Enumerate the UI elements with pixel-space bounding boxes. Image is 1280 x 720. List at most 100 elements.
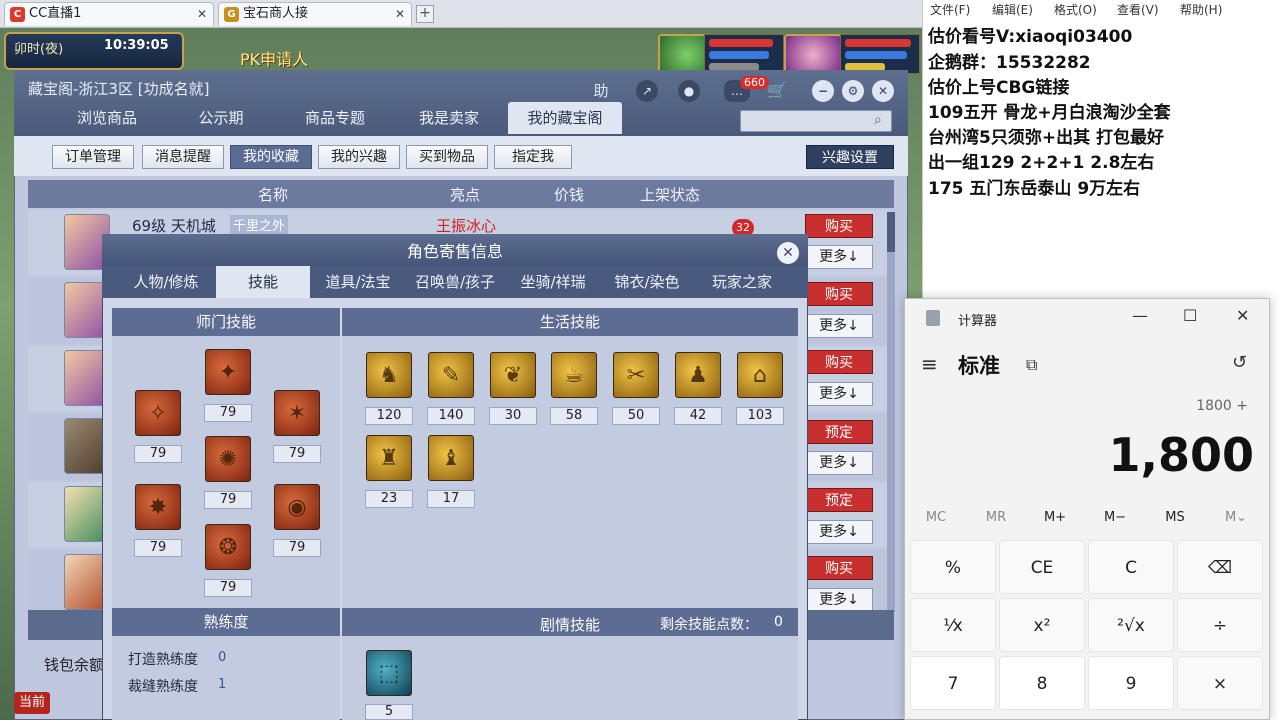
nav-tab-topics[interactable]: 商品专题 [278,102,392,134]
share-icon[interactable]: ↗ [636,80,658,102]
life-skill-icon[interactable]: ✎ [428,352,474,398]
school-skill-icon[interactable]: ✸ [135,484,181,530]
memory-list-button[interactable]: M⌄ [1216,510,1256,525]
memory-store-button[interactable]: MS [1155,510,1195,525]
maximize-icon[interactable]: ☐ [1183,306,1197,325]
reciprocal-key[interactable]: ¹⁄x [910,598,996,652]
memory-add-button[interactable]: M+ [1035,510,1075,525]
close-tab-icon[interactable]: ✕ [197,3,207,25]
scrollbar[interactable] [887,212,895,612]
reserve-button[interactable]: 预定 [805,420,873,444]
life-skill-icon[interactable]: ♝ [428,435,474,481]
minimize-icon[interactable]: − [812,80,834,102]
my-favorites-button[interactable]: 我的收藏 [230,145,312,169]
tab-home[interactable]: 玩家之家 [694,266,790,298]
tab-outfits[interactable]: 锦衣/染色 [602,266,692,298]
clear-key[interactable]: C [1088,540,1174,594]
menu-edit[interactable]: 编辑(E) [992,1,1033,18]
notepad-line[interactable]: 估价看号V:xiaoqi03400 [928,22,1132,47]
more-button[interactable]: 更多↓ [805,520,873,544]
life-skill-icon[interactable]: ❦ [490,352,536,398]
tab-mounts[interactable]: 坐骑/祥瑞 [506,266,600,298]
nav-tab-public[interactable]: 公示期 [164,102,278,134]
scrollbar-thumb[interactable] [887,212,895,252]
close-icon[interactable]: ✕ [1236,306,1249,325]
popup-close-icon[interactable]: ✕ [777,242,799,264]
life-skill-icon[interactable]: ⌂ [737,352,783,398]
memory-subtract-button[interactable]: M− [1095,510,1135,525]
notepad-line[interactable]: 台州湾5只须弥+出其 打包最好 [928,123,1164,148]
keep-on-top-icon[interactable]: ⧉ [1026,355,1037,375]
percent-key[interactable]: % [910,540,996,594]
notepad-line[interactable]: 出一组129 2+2+1 2.8左右 [928,148,1154,173]
buy-button[interactable]: 购买 [805,556,873,580]
menu-view[interactable]: 查看(V) [1117,1,1159,18]
search-icon[interactable]: ⌕ [874,112,882,128]
settings-gear-icon[interactable]: ⚙ [842,80,864,102]
current-button[interactable]: 当前 [14,692,50,714]
menu-file[interactable]: 文件(F) [930,1,970,18]
life-skill-icon[interactable]: ♞ [366,352,412,398]
notepad-line[interactable]: 估价上号CBG链接 [928,73,1069,98]
memory-recall-button[interactable]: MR [976,510,1016,525]
school-skill-icon[interactable]: ◉ [274,484,320,530]
bought-items-button[interactable]: 买到物品 [406,145,488,169]
new-tab-button[interactable]: + [416,5,434,23]
pk-request-label[interactable]: PK申请人 [240,46,308,70]
order-manage-button[interactable]: 订单管理 [52,145,134,169]
more-button[interactable]: 更多↓ [805,588,873,612]
history-icon[interactable]: ↺ [1232,352,1247,373]
multiply-key[interactable]: × [1177,656,1263,710]
nav-tab-my-cbg[interactable]: 我的藏宝阁 [508,102,622,134]
school-skill-icon[interactable]: ✺ [205,436,251,482]
minimize-icon[interactable]: — [1132,306,1148,325]
memory-clear-button[interactable]: MC [916,510,956,525]
school-skill-icon[interactable]: ✦ [205,349,251,395]
close-icon[interactable]: ✕ [872,80,894,102]
more-button[interactable]: 更多↓ [805,382,873,406]
menu-format[interactable]: 格式(O) [1054,1,1097,18]
tab-items[interactable]: 道具/法宝 [312,266,404,298]
divide-key[interactable]: ÷ [1177,598,1263,652]
browser-tab-game[interactable]: G 宝石商人接 ✕ [218,2,412,26]
search-input[interactable] [740,110,892,132]
digit-7-key[interactable]: 7 [910,656,996,710]
tab-character[interactable]: 人物/修炼 [118,266,214,298]
backspace-key[interactable]: ⌫ [1177,540,1263,594]
sqrt-key[interactable]: ²√x [1088,598,1174,652]
buy-button[interactable]: 购买 [805,350,873,374]
close-tab-icon[interactable]: ✕ [395,3,405,25]
cart-icon[interactable]: 🛒 [766,80,788,102]
notepad-line[interactable]: 企鹅群：15532282 [928,48,1091,73]
more-button[interactable]: 更多↓ [805,314,873,338]
square-key[interactable]: x² [999,598,1085,652]
school-skill-icon[interactable]: ❂ [205,524,251,570]
life-skill-icon[interactable]: ♜ [366,435,412,481]
digit-8-key[interactable]: 8 [999,656,1085,710]
record-icon[interactable]: ● [678,80,700,102]
menu-help[interactable]: 帮助(H) [1180,1,1222,18]
message-remind-button[interactable]: 消息提醒 [142,145,224,169]
assigned-to-me-button[interactable]: 指定我 [494,145,572,169]
notepad-line[interactable]: 109五开 骨龙+月白浪淘沙全套 [928,98,1171,123]
life-skill-icon[interactable]: ✂ [613,352,659,398]
buy-button[interactable]: 购买 [805,214,873,238]
buy-button[interactable]: 购买 [805,282,873,306]
nav-tab-browse[interactable]: 浏览商品 [50,102,164,134]
digit-9-key[interactable]: 9 [1088,656,1174,710]
notepad-line[interactable]: 175 五门东岳泰山 9万左右 [928,174,1140,199]
tab-pets[interactable]: 召唤兽/孩子 [406,266,504,298]
my-interests-button[interactable]: 我的兴趣 [318,145,400,169]
row-name[interactable]: 69级 天机城 [132,215,216,236]
help-button[interactable]: 助 [590,80,612,102]
clear-entry-key[interactable]: CE [999,540,1085,594]
tab-skills[interactable]: 技能 [216,266,310,298]
school-skill-icon[interactable]: ✶ [274,390,320,436]
more-button[interactable]: 更多↓ [805,245,873,269]
menu-hamburger-icon[interactable]: ≡ [921,352,938,376]
life-skill-icon[interactable]: ☕ [551,352,597,398]
school-skill-icon[interactable]: ✧ [135,390,181,436]
nav-tab-seller[interactable]: 我是卖家 [392,102,506,134]
story-skill-icon[interactable]: ⬚ [366,650,412,696]
life-skill-icon[interactable]: ♟ [675,352,721,398]
